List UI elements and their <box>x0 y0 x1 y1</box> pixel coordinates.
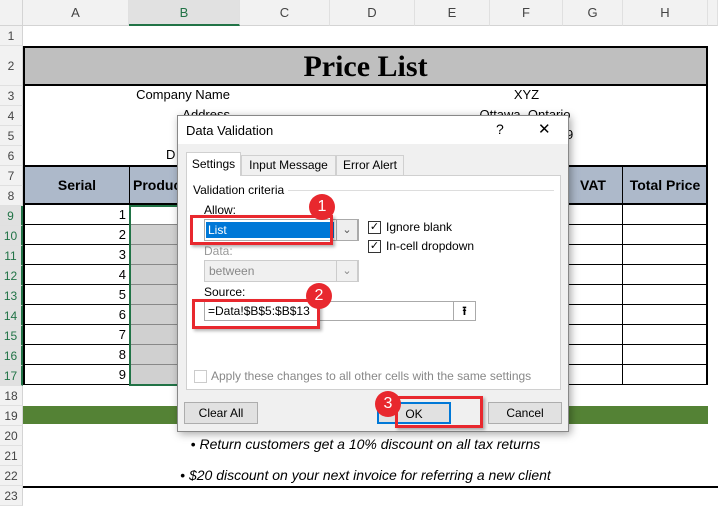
column-header-G[interactable]: G <box>563 0 623 26</box>
row-header-18[interactable]: 18 <box>0 386 23 406</box>
row-header-12[interactable]: 12 <box>0 266 23 286</box>
serial-cell[interactable]: 3 <box>23 245 130 265</box>
header-vat: VAT <box>563 167 623 205</box>
total-price-cell[interactable] <box>623 285 708 305</box>
vat-cell[interactable] <box>563 365 623 385</box>
vat-cell[interactable] <box>563 265 623 285</box>
tab-input-message[interactable]: Input Message <box>241 155 336 176</box>
total-price-cell[interactable] <box>623 245 708 265</box>
highlight-source <box>192 299 320 329</box>
data-label: Data: <box>204 244 233 258</box>
total-price-cell[interactable] <box>623 325 708 345</box>
row-header-17[interactable]: 17 <box>0 366 23 386</box>
row-header-1[interactable]: 1 <box>0 26 23 46</box>
row-header-14[interactable]: 14 <box>0 306 23 326</box>
row-header-21[interactable]: 21 <box>0 446 23 466</box>
collapse-range-icon[interactable]: ⭱ <box>453 302 475 320</box>
row-header-16[interactable]: 16 <box>0 346 23 366</box>
apply-all-checkbox[interactable] <box>194 370 207 383</box>
header-product: Produc <box>133 177 182 193</box>
header-total-price: Total Price <box>629 177 701 193</box>
column-header-D[interactable]: D <box>330 0 415 26</box>
column-header-H[interactable]: H <box>623 0 708 26</box>
tab-error-alert[interactable]: Error Alert <box>336 155 404 176</box>
vat-cell[interactable] <box>563 245 623 265</box>
row-header-3[interactable]: 3 <box>0 86 23 106</box>
row-header-9[interactable]: 9 <box>0 206 23 226</box>
vat-cell[interactable] <box>563 205 623 225</box>
company-value: XYZ <box>513 87 540 102</box>
ignore-blank-checkbox[interactable]: ✓ <box>368 221 381 234</box>
row-header-23[interactable]: 23 <box>0 486 23 506</box>
serial-cell[interactable]: 5 <box>23 285 130 305</box>
row-header-15[interactable]: 15 <box>0 326 23 346</box>
total-price-cell[interactable] <box>623 205 708 225</box>
total-price-cell[interactable] <box>623 365 708 385</box>
row-header-7[interactable]: 7 <box>0 166 23 186</box>
note-referral-discount: • $20 discount on your next invoice for … <box>180 467 551 483</box>
chevron-down-icon[interactable]: ⌄ <box>336 219 358 241</box>
serial-cell[interactable]: 6 <box>23 305 130 325</box>
in-cell-dropdown-checkbox[interactable]: ✓ <box>368 240 381 253</box>
header-serial: Serial <box>25 167 130 205</box>
vat-cell[interactable] <box>563 285 623 305</box>
column-header-B[interactable]: B <box>129 0 240 26</box>
row-header-13[interactable]: 13 <box>0 286 23 306</box>
column-header-E[interactable]: E <box>415 0 490 26</box>
vat-cell[interactable] <box>563 345 623 365</box>
column-header-F[interactable]: F <box>490 0 563 26</box>
serial-cell[interactable]: 7 <box>23 325 130 345</box>
dialog-title: Data Validation <box>186 123 274 138</box>
validation-criteria-label: Validation criteria <box>193 183 289 197</box>
in-cell-dropdown-label: In-cell dropdown <box>386 239 475 253</box>
select-all-corner[interactable] <box>0 0 23 26</box>
total-price-cell[interactable] <box>623 225 708 245</box>
apply-all-label: Apply these changes to all other cells w… <box>211 369 532 383</box>
step-badge-1: 1 <box>309 194 335 220</box>
serial-cell[interactable]: 1 <box>23 205 130 225</box>
source-label: Source: <box>204 285 246 299</box>
total-price-cell[interactable] <box>623 305 708 325</box>
chevron-down-icon: ⌄ <box>336 260 358 282</box>
note-return-customers: • Return customers get a 10% discount on… <box>190 436 541 452</box>
help-button[interactable]: ? <box>496 121 504 137</box>
row-header-19[interactable]: 19 <box>0 406 23 426</box>
serial-cell[interactable]: 4 <box>23 265 130 285</box>
serial-cell[interactable]: 8 <box>23 345 130 365</box>
cancel-button[interactable]: Cancel <box>488 402 562 424</box>
price-list-title: Price List <box>23 46 708 86</box>
clear-all-button[interactable]: Clear All <box>184 402 258 424</box>
highlight-ok <box>395 396 483 428</box>
vat-cell[interactable] <box>563 225 623 245</box>
step-badge-3: 3 <box>375 391 401 417</box>
serial-cell[interactable]: 2 <box>23 225 130 245</box>
row-header-4[interactable]: 4 <box>0 106 23 126</box>
total-price-cell[interactable] <box>623 345 708 365</box>
row-header-20[interactable]: 20 <box>0 426 23 446</box>
step-badge-2: 2 <box>306 283 332 309</box>
row-header-11[interactable]: 11 <box>0 246 23 266</box>
tab-settings[interactable]: Settings <box>186 152 241 176</box>
row-header-10[interactable]: 10 <box>0 226 23 246</box>
row-header-22[interactable]: 22 <box>0 466 23 486</box>
serial-cell[interactable]: 9 <box>23 365 130 385</box>
row-header-6[interactable]: 6 <box>0 146 23 166</box>
vat-cell[interactable] <box>563 325 623 345</box>
ignore-blank-label: Ignore blank <box>386 220 453 234</box>
data-validation-dialog: Data Validation ? ✕ Settings Input Messa… <box>177 115 569 432</box>
vat-cell[interactable] <box>563 305 623 325</box>
close-button[interactable]: ✕ <box>538 120 551 138</box>
column-header-A[interactable]: A <box>23 0 129 26</box>
date-label: D <box>166 147 176 162</box>
company-label: Company Name <box>136 87 230 102</box>
column-header-C[interactable]: C <box>240 0 330 26</box>
row-header-5[interactable]: 5 <box>0 126 23 146</box>
row-header-2[interactable]: 2 <box>0 46 23 86</box>
row-header-8[interactable]: 8 <box>0 186 23 206</box>
highlight-allow <box>190 215 333 245</box>
total-price-cell[interactable] <box>623 265 708 285</box>
settings-panel <box>186 175 561 390</box>
